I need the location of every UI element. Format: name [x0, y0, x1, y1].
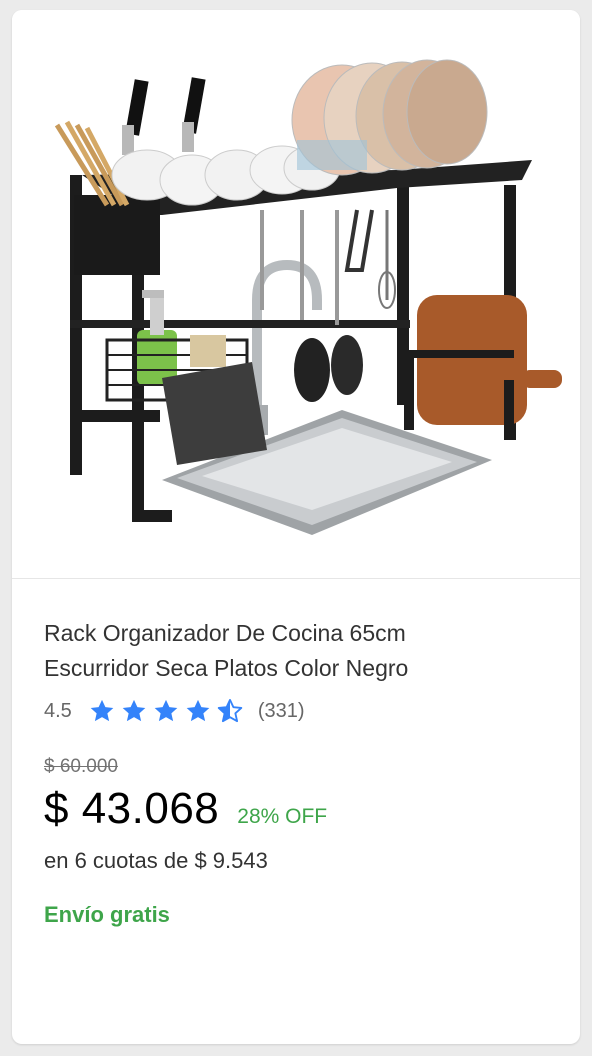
product-title-line1[interactable]: Rack Organizador De Cocina 65cm — [44, 620, 406, 646]
product-title[interactable]: Rack Organizador De Cocina 65cm Escurrid… — [44, 616, 554, 686]
rating-row: 4.5 (331) — [44, 696, 554, 726]
price-row: $ 43.068 28% OFF — [44, 784, 554, 834]
product-card[interactable]: Rack Organizador De Cocina 65cm Escurrid… — [12, 10, 580, 1044]
discount-badge: 28% OFF — [237, 805, 328, 828]
star-icon — [88, 697, 116, 725]
rating-value: 4.5 — [44, 699, 72, 722]
product-info: Rack Organizador De Cocina 65cm Escurrid… — [44, 616, 554, 928]
installments-text: en 6 cuotas de $ 9.543 — [44, 848, 268, 873]
star-icon — [120, 697, 148, 725]
review-count: (331) — [257, 699, 305, 722]
star-icon — [152, 697, 180, 725]
original-price: $ 60.000 — [44, 756, 118, 777]
free-shipping-label: Envío gratis — [44, 902, 170, 927]
current-price: $ 43.068 — [44, 784, 220, 833]
star-half-icon — [216, 697, 244, 725]
product-image[interactable] — [12, 10, 580, 578]
image-divider — [12, 578, 580, 579]
star-icon — [184, 697, 212, 725]
rating-stars — [88, 697, 244, 725]
product-title-line2[interactable]: Escurridor Seca Platos Color Negro — [44, 655, 408, 681]
dish-rack-image — [54, 59, 562, 535]
